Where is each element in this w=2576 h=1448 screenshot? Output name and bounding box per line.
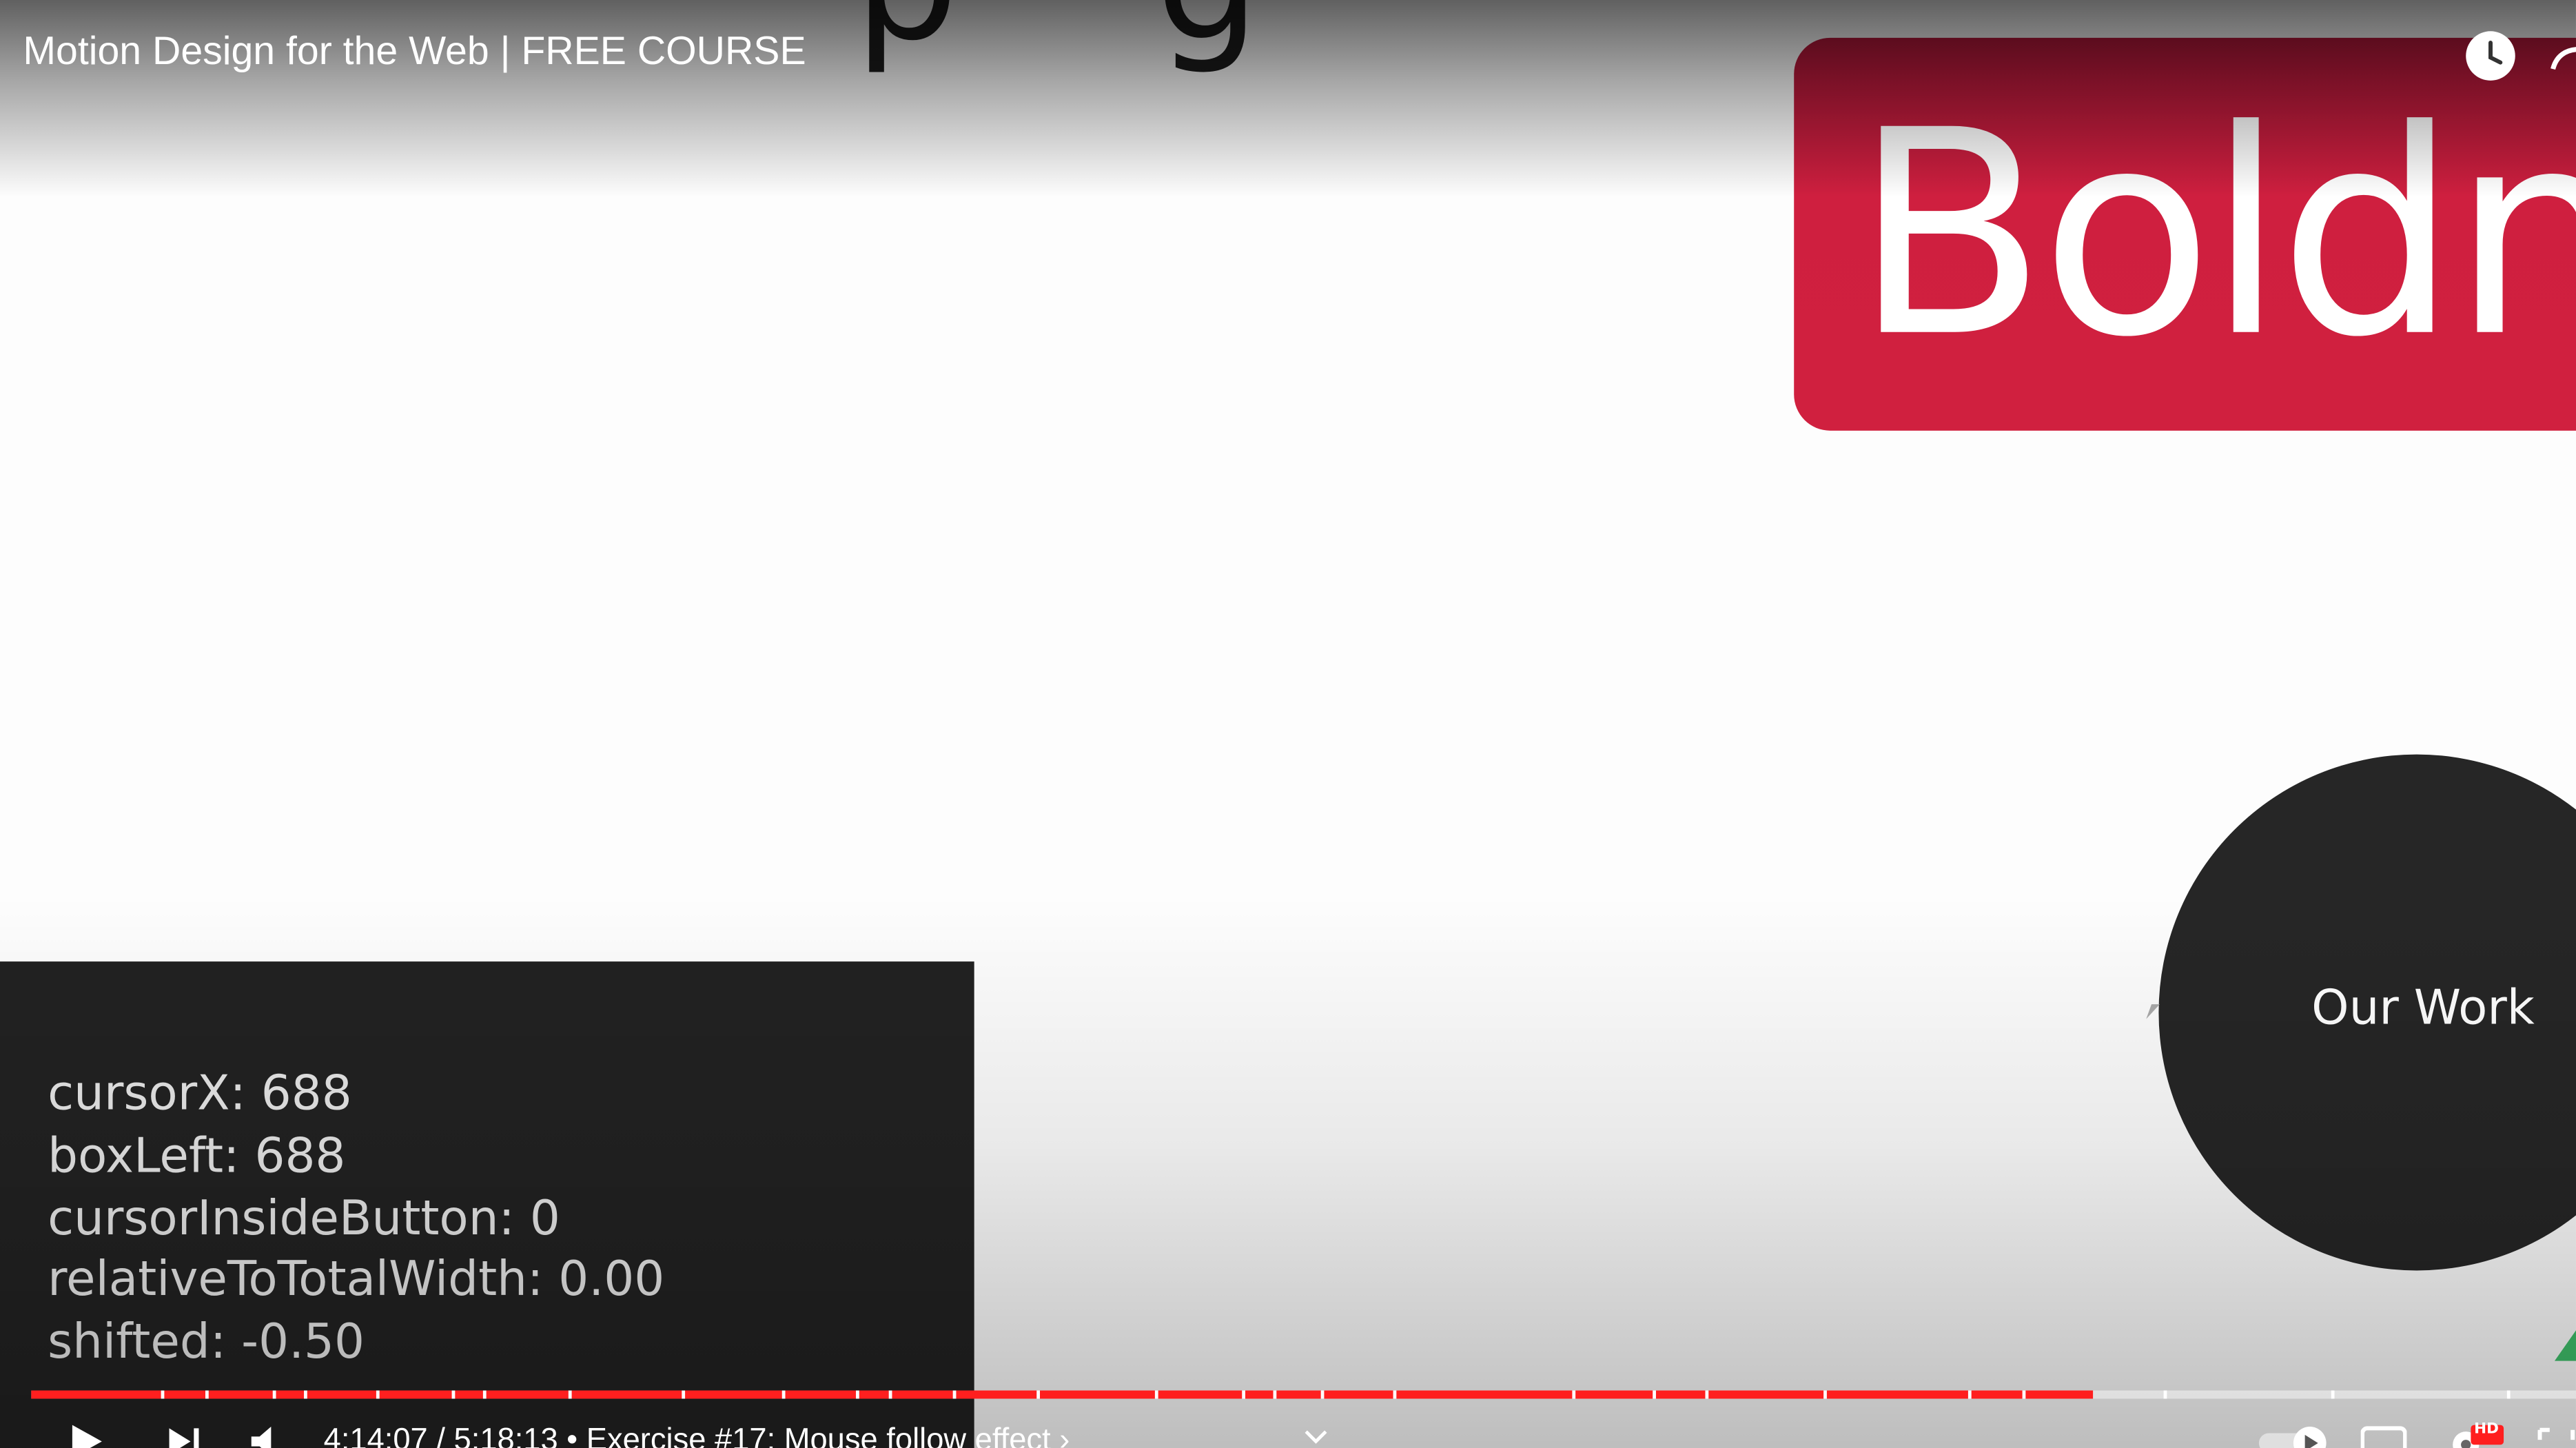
chapter-marker bbox=[1242, 1390, 1245, 1399]
chapter-marker bbox=[161, 1390, 165, 1399]
play-icon[interactable] bbox=[69, 1423, 105, 1448]
chapter-marker bbox=[2163, 1390, 2167, 1399]
chapter-marker bbox=[482, 1390, 487, 1399]
chapter-marker bbox=[2331, 1390, 2335, 1399]
clock-icon[interactable] bbox=[2464, 30, 2517, 82]
progress-bar[interactable] bbox=[31, 1390, 2576, 1399]
share-icon[interactable] bbox=[2546, 39, 2576, 79]
chapter-marker bbox=[376, 1390, 380, 1399]
chapter-marker bbox=[888, 1390, 892, 1399]
hd-badge: HD bbox=[2474, 1421, 2499, 1438]
debug-line-boxleft: boxLeft: 688 bbox=[48, 1127, 346, 1184]
chapter-marker bbox=[1967, 1390, 1972, 1399]
debug-line-shifted: shifted: -0.50 bbox=[48, 1313, 365, 1369]
chapter-marker bbox=[2506, 1390, 2511, 1399]
miniplayer-icon[interactable] bbox=[2537, 1423, 2576, 1448]
chapter-marker bbox=[205, 1390, 209, 1399]
chapter-marker bbox=[1393, 1390, 1397, 1399]
chapter-title[interactable]: Exercise #17: Mouse follow effect bbox=[586, 1423, 1051, 1448]
debug-line-relativetototalwidth: relativeToTotalWidth: 0.00 bbox=[48, 1250, 665, 1307]
chapter-marker bbox=[1572, 1390, 1576, 1399]
video-player[interactable]: pg Boldn Our Work cursorX: 688 boxLeft: … bbox=[0, 0, 2576, 1448]
debug-line-cursorinsidebutton: cursorInsideButton: 0 bbox=[48, 1190, 560, 1246]
chapter-marker bbox=[2022, 1390, 2026, 1399]
chapter-marker bbox=[1154, 1390, 1158, 1399]
chapter-marker bbox=[1653, 1390, 1656, 1399]
progress-played bbox=[31, 1390, 2093, 1399]
chapter-marker bbox=[304, 1390, 307, 1399]
boldness-card: Boldn bbox=[1794, 37, 2576, 431]
chapter-marker bbox=[451, 1390, 456, 1399]
chapter-marker bbox=[682, 1390, 686, 1399]
autoplay-toggle-icon[interactable] bbox=[2257, 1423, 2333, 1448]
chapter-marker bbox=[1036, 1390, 1041, 1399]
next-icon[interactable] bbox=[167, 1427, 203, 1448]
video-content-heading-fragment: pg bbox=[855, 0, 1458, 77]
chapter-marker bbox=[1705, 1390, 1709, 1399]
chapter-marker bbox=[568, 1390, 572, 1399]
video-title[interactable]: Motion Design for the Web | FREE COURSE bbox=[23, 30, 806, 76]
chapter-marker bbox=[952, 1390, 957, 1399]
chapter-marker bbox=[272, 1390, 276, 1399]
chapter-marker bbox=[1320, 1390, 1325, 1399]
cc-icon[interactable] bbox=[2360, 1423, 2407, 1448]
chapter-marker bbox=[781, 1390, 786, 1399]
debug-line-cursorx: cursorX: 688 bbox=[48, 1065, 352, 1121]
chapter-marker bbox=[856, 1390, 859, 1399]
our-work-label: Our Work bbox=[2311, 979, 2535, 1036]
boldness-card-text: Boldn bbox=[1853, 69, 2576, 400]
chevron-down-icon[interactable] bbox=[1305, 1428, 1327, 1445]
chapter-marker bbox=[1273, 1390, 1277, 1399]
time-and-chapter[interactable]: 4:14:07 / 5:18:13 • Exercise #17: Mouse … bbox=[324, 1423, 1070, 1448]
volume-icon[interactable] bbox=[249, 1425, 285, 1448]
green-shape bbox=[2554, 1327, 2576, 1361]
chapter-marker bbox=[1823, 1390, 1827, 1399]
